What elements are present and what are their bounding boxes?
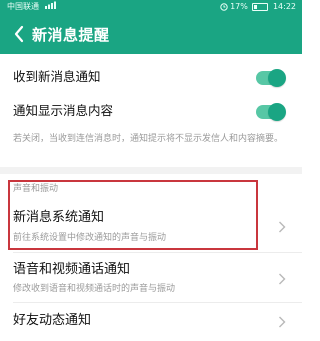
show-content-description: 若关闭，当收到连信消息时，通知提示将不显示发信人和内容摘要。 — [13, 134, 284, 144]
battery-percent: 17% — [230, 2, 248, 11]
page-title: 新消息提醒 — [32, 26, 110, 44]
status-bar: 中国联通 17% 14:22 — [0, 0, 302, 13]
battery-icon — [252, 2, 269, 11]
row-title: 语音和视频通话通知 — [13, 262, 131, 277]
voice-video-call-notification[interactable]: 语音和视频通话通知 修改收到语音和视频通话时的声音与振动 — [0, 254, 302, 300]
back-button[interactable] — [8, 22, 32, 46]
setting-label: 通知显示消息内容 — [13, 103, 114, 118]
alarm-icon — [219, 2, 231, 11]
setting-label: 收到新消息通知 — [13, 69, 101, 84]
new-message-system-notification[interactable]: 新消息系统通知 前往系统设置中修改通知的声音与振动 — [0, 204, 302, 250]
row-subtitle: 修改收到语音和视频通话时的声音与振动 — [13, 284, 176, 294]
setting-receive-notifications: 收到新消息通知 — [0, 60, 302, 94]
toggle-knob — [268, 69, 286, 87]
show-content-toggle[interactable] — [256, 103, 286, 121]
chevron-right-icon — [279, 273, 286, 285]
chevron-right-icon — [279, 316, 286, 328]
receive-notifications-toggle[interactable] — [256, 69, 286, 87]
divider — [13, 302, 302, 303]
status-left: 中国联通 — [7, 0, 59, 13]
clock: 14:22 — [272, 2, 296, 11]
toggle-knob — [268, 103, 286, 121]
row-subtitle: 前往系统设置中修改通知的声音与振动 — [13, 233, 167, 243]
signal-icon — [44, 0, 59, 13]
section-divider — [0, 167, 302, 174]
chevron-left-icon — [14, 25, 24, 43]
title-bar: 新消息提醒 — [0, 16, 302, 54]
app-header: 中国联通 17% 14:22 新消息提醒 — [0, 0, 302, 54]
section-header: 声音和振动 — [13, 184, 59, 194]
divider — [13, 252, 302, 253]
carrier-label: 中国联通 — [7, 2, 39, 11]
row-title: 新消息系统通知 — [13, 210, 105, 225]
row-title: 好友动态通知 — [13, 313, 92, 328]
status-right: 17% 14:22 — [219, 0, 296, 13]
friend-activity-notification[interactable]: 好友动态通知 — [0, 306, 302, 340]
settings-list: 收到新消息通知 通知显示消息内容 若关闭，当收到连信消息时，通知提示将不显示发信… — [0, 54, 302, 341]
setting-show-content: 通知显示消息内容 — [0, 94, 302, 128]
chevron-right-icon — [279, 221, 286, 233]
